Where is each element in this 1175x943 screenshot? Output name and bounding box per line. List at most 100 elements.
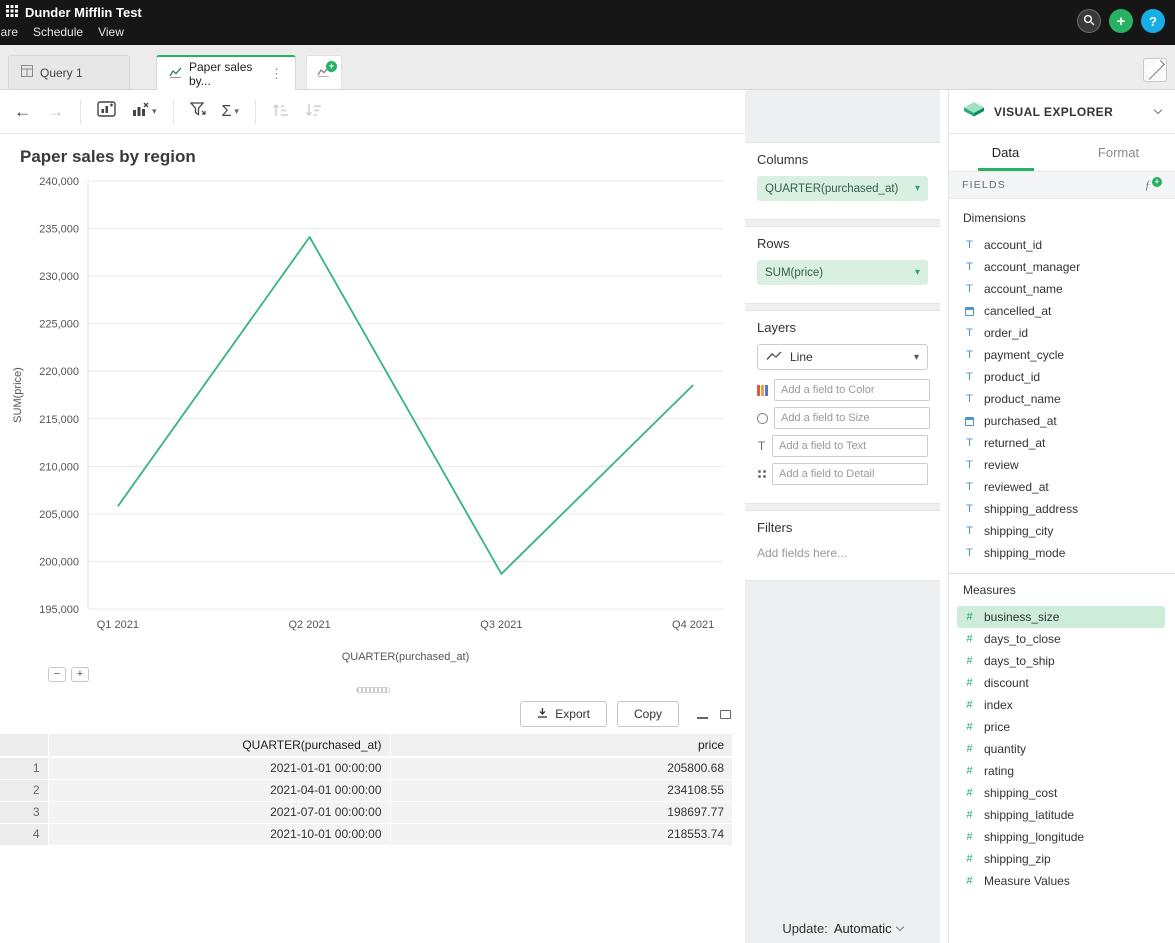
row-number-cell: 4 — [0, 823, 48, 845]
zoom-in-button[interactable]: + — [71, 667, 89, 682]
tab-format[interactable]: Format — [1062, 134, 1175, 171]
field-type-icon — [963, 349, 976, 361]
fields-bar: FIELDS ƒ + — [949, 172, 1175, 199]
measure-field-row[interactable]: rating — [957, 760, 1165, 782]
toolbar-divider — [255, 100, 256, 124]
layer-slot — [757, 407, 928, 429]
chevron-down-icon[interactable] — [1154, 106, 1162, 114]
chevron-down-icon[interactable]: ▾ — [915, 267, 920, 278]
update-mode-dropdown[interactable]: Automatic — [834, 921, 903, 936]
dimension-field-row[interactable]: reviewed_at — [957, 476, 1165, 498]
visual-explorer-header[interactable]: VISUAL EXPLORER — [949, 90, 1175, 134]
layers-title: Layers — [757, 320, 928, 335]
layer-slot-input[interactable] — [774, 407, 930, 429]
menu-schedule[interactable]: Schedule — [33, 25, 83, 39]
tab-menu-icon[interactable]: ⋮ — [270, 66, 283, 82]
add-button[interactable]: + — [1109, 9, 1133, 33]
maximize-table-button[interactable] — [720, 707, 731, 722]
collapse-panel-button[interactable] — [1143, 58, 1167, 82]
field-type-icon — [963, 371, 976, 383]
tab-data[interactable]: Data — [949, 134, 1062, 171]
aggregate-button[interactable]: Σ ▾ — [222, 103, 239, 121]
field-type-icon — [963, 677, 976, 689]
measure-field-row[interactable]: shipping_cost — [957, 782, 1165, 804]
svg-text:Q2 2021: Q2 2021 — [289, 619, 331, 631]
dimension-field-row[interactable]: product_id — [957, 366, 1165, 388]
svg-text:215,000: 215,000 — [39, 414, 79, 426]
tab-paper-sales[interactable]: Paper sales by... ⋮ — [156, 55, 296, 90]
field-name: days_to_ship — [984, 654, 1055, 668]
pill-label: QUARTER(purchased_at) — [765, 183, 898, 195]
zoom-out-button[interactable]: − — [48, 667, 66, 682]
menu-share[interactable]: Share — [0, 25, 18, 39]
dimension-field-row[interactable]: purchased_at — [957, 410, 1165, 432]
column-header-quarter[interactable]: QUARTER(purchased_at) — [48, 734, 390, 757]
measure-field-row[interactable]: discount — [957, 672, 1165, 694]
column-header-price[interactable]: price — [390, 734, 733, 757]
measure-field-row[interactable]: days_to_close — [957, 628, 1165, 650]
chevron-down-icon — [895, 923, 903, 931]
redo-button[interactable]: → — [47, 102, 64, 122]
dimension-field-row[interactable]: account_name — [957, 278, 1165, 300]
canvas-area: ← → ▾ Σ ▾ — [0, 90, 745, 943]
filters-drop-area[interactable]: Add fields here... — [757, 544, 928, 568]
sort-ascending-button[interactable] — [272, 102, 289, 122]
measure-field-row[interactable]: quantity — [957, 738, 1165, 760]
chevron-right-icon — [1145, 60, 1165, 80]
dimension-field-row[interactable]: product_name — [957, 388, 1165, 410]
layer-slot-input[interactable] — [772, 463, 928, 485]
search-button[interactable] — [1077, 9, 1101, 33]
minimize-icon — [697, 717, 708, 719]
dimension-field-row[interactable]: shipping_address — [957, 498, 1165, 520]
mark-type-select[interactable]: Line ▾ — [757, 344, 928, 370]
dimension-field-row[interactable]: payment_cycle — [957, 344, 1165, 366]
measure-field-row[interactable]: price — [957, 716, 1165, 738]
quarter-cell: 2021-04-01 00:00:00 — [48, 779, 390, 801]
layer-slot — [757, 463, 928, 485]
layer-slot — [757, 379, 928, 401]
layer-slot-input[interactable] — [772, 435, 928, 457]
shelf-pill[interactable]: SUM(price) ▾ — [757, 260, 928, 285]
remove-chart-button[interactable]: ▾ — [132, 102, 157, 122]
field-name: quantity — [984, 742, 1026, 756]
measure-field-row[interactable]: index — [957, 694, 1165, 716]
sort-descending-button[interactable] — [305, 102, 322, 122]
update-row: Update: Automatic — [745, 921, 940, 936]
measure-field-row[interactable]: shipping_latitude — [957, 804, 1165, 826]
dimension-field-row[interactable]: account_manager — [957, 256, 1165, 278]
dimension-field-row[interactable]: review — [957, 454, 1165, 476]
copy-button[interactable]: Copy — [617, 701, 679, 727]
dimension-field-row[interactable]: returned_at — [957, 432, 1165, 454]
help-button[interactable]: ? — [1141, 9, 1165, 33]
measure-field-row[interactable]: Measure Values — [957, 870, 1165, 892]
shelf-pill[interactable]: QUARTER(purchased_at) ▾ — [757, 176, 928, 201]
new-chart-tab[interactable]: + — [306, 55, 342, 89]
field-name: shipping_longitude — [984, 830, 1084, 844]
field-type-icon — [963, 743, 976, 755]
filter-button[interactable] — [190, 102, 206, 122]
search-icon — [1083, 14, 1095, 29]
measure-field-row[interactable]: shipping_zip — [957, 848, 1165, 870]
measure-field-row[interactable]: days_to_ship — [957, 650, 1165, 672]
field-name: payment_cycle — [984, 348, 1064, 362]
dimension-field-row[interactable]: shipping_mode — [957, 542, 1165, 564]
dimension-field-row[interactable]: shipping_city — [957, 520, 1165, 542]
export-button[interactable]: Export — [520, 701, 607, 727]
dimension-field-row[interactable]: account_id — [957, 234, 1165, 256]
measure-field-row[interactable]: shipping_longitude — [957, 826, 1165, 848]
field-type-icon — [963, 699, 976, 711]
chevron-down-icon[interactable]: ▾ — [915, 183, 920, 194]
dimension-field-row[interactable]: order_id — [957, 322, 1165, 344]
dimension-field-row[interactable]: cancelled_at — [957, 300, 1165, 322]
tab-label: Query 1 — [40, 66, 83, 80]
minimize-table-button[interactable] — [697, 707, 708, 722]
add-chart-button[interactable] — [97, 101, 116, 122]
fields-list: Dimensions account_id account_manager — [949, 199, 1175, 943]
undo-button[interactable]: ← — [14, 102, 31, 122]
table-grid-icon — [21, 65, 33, 80]
menu-view[interactable]: View — [98, 25, 124, 39]
tab-query-1[interactable]: Query 1 — [8, 55, 130, 89]
measure-field-row[interactable]: business_size — [957, 606, 1165, 628]
add-calculated-field-button[interactable]: ƒ + — [1145, 177, 1163, 193]
layer-slot-input[interactable] — [774, 379, 930, 401]
